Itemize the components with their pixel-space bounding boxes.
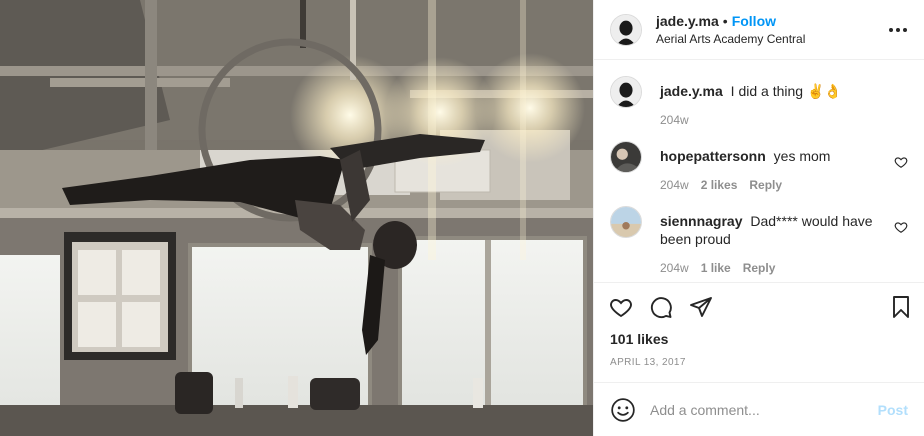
list-item: hopepattersonn yes mom 204w 2 likes Repl…: [610, 141, 908, 192]
reply-button[interactable]: Reply: [743, 261, 776, 275]
author-avatar[interactable]: [610, 76, 642, 108]
comment-username[interactable]: siennnagray: [660, 213, 742, 229]
comment-age[interactable]: 204w: [660, 261, 689, 275]
comment-composer: Post: [594, 382, 924, 436]
post-comment-button[interactable]: Post: [878, 402, 908, 418]
comment-text: yes mom: [773, 148, 831, 164]
commenter-avatar[interactable]: [610, 141, 642, 173]
aerial-hoop-photo: [0, 0, 593, 436]
commenter-avatar[interactable]: [610, 206, 642, 238]
comment-text-line: hopepattersonn yes mom: [660, 141, 882, 165]
author-avatar-image: [611, 14, 641, 45]
post-photo[interactable]: [0, 0, 593, 436]
header-line: jade.y.ma • Follow: [656, 12, 886, 30]
like-button[interactable]: [608, 294, 634, 320]
comment-likes[interactable]: 2 likes: [701, 178, 738, 192]
header-text: jade.y.ma • Follow Aerial Arts Academy Cen…: [656, 12, 886, 48]
author-avatar[interactable]: [610, 13, 642, 46]
comments-list[interactable]: jade.y.ma I did a thing ✌️👌 204w hopepat…: [594, 60, 924, 282]
emoji-icon[interactable]: [610, 397, 636, 423]
post-date[interactable]: APRIL 13, 2017: [594, 347, 924, 382]
comment-text-line: siennnagray Dad**** would have been prou…: [660, 206, 882, 248]
comment-username[interactable]: hopepattersonn: [660, 148, 766, 164]
commenter-avatar-image: [611, 207, 641, 237]
comment-age[interactable]: 204w: [660, 178, 689, 192]
likes-count[interactable]: 101 likes: [594, 331, 924, 347]
list-item: siennnagray Dad**** would have been prou…: [610, 206, 908, 275]
comment-body: hopepattersonn yes mom 204w 2 likes Repl…: [660, 141, 908, 192]
caption-text: I did a thing ✌️👌: [730, 83, 842, 99]
caption-body: jade.y.ma I did a thing ✌️👌 204w: [660, 76, 908, 127]
caption-username[interactable]: jade.y.ma: [660, 83, 723, 99]
follow-button[interactable]: Follow: [732, 13, 776, 29]
comment-input[interactable]: [650, 401, 878, 418]
comment-meta: 204w 1 like Reply: [660, 261, 882, 275]
caption: jade.y.ma I did a thing ✌️👌 204w: [610, 76, 908, 127]
caption-age[interactable]: 204w: [660, 113, 689, 127]
heart-icon[interactable]: [894, 220, 908, 234]
heart-icon: [610, 299, 632, 318]
comment-icon: [650, 297, 672, 319]
heart-icon[interactable]: [894, 155, 908, 169]
author-username[interactable]: jade.y.ma: [656, 13, 719, 29]
comment-meta: 204w 2 likes Reply: [660, 178, 882, 192]
share-button[interactable]: [688, 294, 714, 320]
post-location[interactable]: Aerial Arts Academy Central: [656, 32, 886, 48]
instagram-post-view: jade.y.ma • Follow Aerial Arts Academy Cen…: [0, 0, 924, 436]
more-horizontal-icon[interactable]: [886, 18, 910, 42]
action-bar: [594, 283, 924, 331]
commenter-avatar-image: [611, 142, 641, 172]
save-button[interactable]: [888, 294, 914, 320]
separator-dot: •: [722, 12, 728, 29]
caption-meta: 204w: [660, 113, 882, 127]
post-actions-section: 101 likes APRIL 13, 2017: [594, 282, 924, 382]
reply-button[interactable]: Reply: [749, 178, 782, 192]
post-sidebar: jade.y.ma • Follow Aerial Arts Academy Cen…: [593, 0, 924, 436]
share-icon: [690, 297, 712, 317]
post-header: jade.y.ma • Follow Aerial Arts Academy Cen…: [594, 0, 924, 60]
caption-text-line: jade.y.ma I did a thing ✌️👌: [660, 76, 882, 100]
author-avatar-image: [611, 77, 641, 107]
comment-body: siennnagray Dad**** would have been prou…: [660, 206, 908, 275]
comment-button[interactable]: [648, 294, 674, 320]
bookmark-icon: [893, 296, 909, 318]
comment-likes[interactable]: 1 like: [701, 261, 731, 275]
